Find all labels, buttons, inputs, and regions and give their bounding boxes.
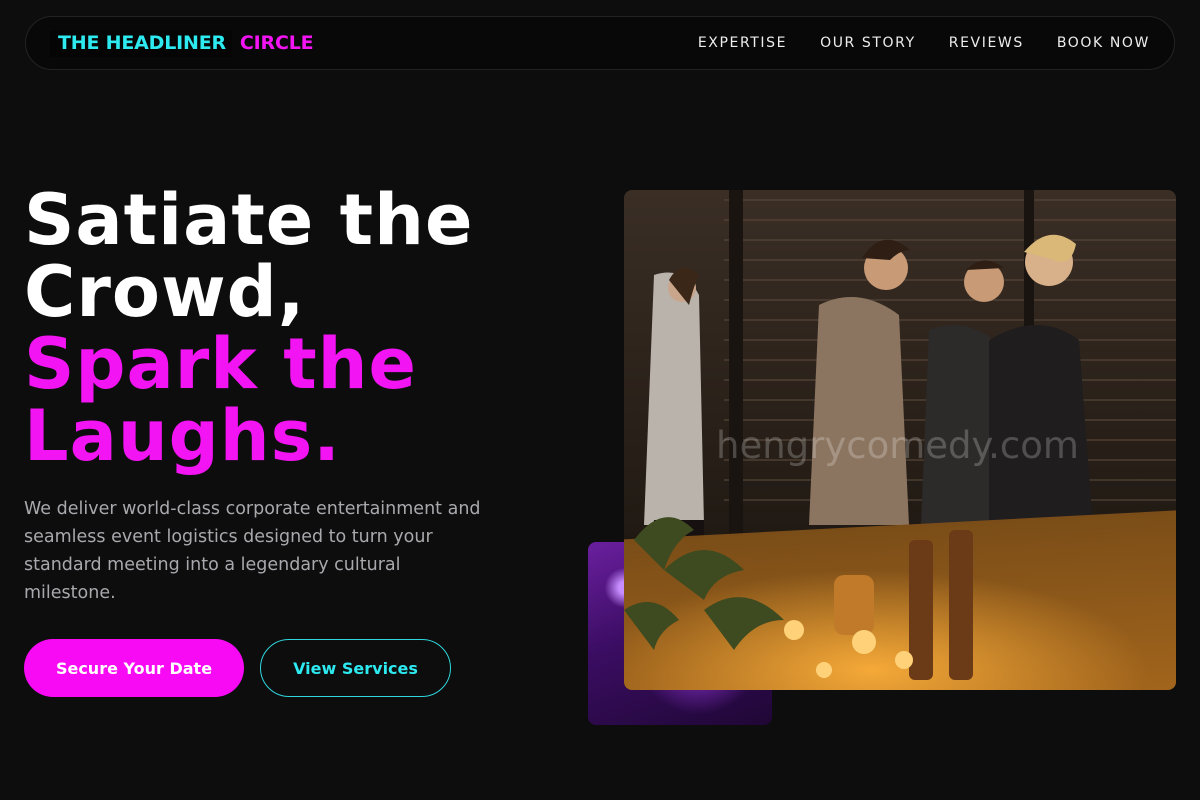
headline-line-4: Laughs. [24, 395, 341, 477]
photo-watermark: hengrycomedy.com [716, 424, 1079, 467]
brand-name-part1: THE HEADLINER [50, 29, 232, 57]
hero-event-photo: hengrycomedy.com [624, 190, 1176, 690]
brand-name-part2: CIRCLE [239, 32, 314, 54]
nav-link-reviews[interactable]: REVIEWS [949, 35, 1024, 51]
top-navigation-bar: THE HEADLINER CIRCLE EXPERTISE OUR STORY… [25, 16, 1175, 70]
secure-your-date-button[interactable]: Secure Your Date [24, 639, 244, 697]
brand-logo[interactable]: THE HEADLINER CIRCLE [50, 29, 314, 57]
nav-link-expertise[interactable]: EXPERTISE [698, 35, 787, 51]
hero-headline: Satiate the Crowd, Spark the Laughs. [24, 184, 473, 472]
headline-line-1: Satiate the [24, 179, 474, 261]
hero-description: We deliver world-class corporate enterta… [24, 499, 481, 603]
headline-line-2: Crowd, [24, 251, 306, 333]
main-menu: EXPERTISE OUR STORY REVIEWS BOOK NOW [698, 35, 1150, 51]
nav-link-our-story[interactable]: OUR STORY [820, 35, 916, 51]
nav-link-book-now[interactable]: BOOK NOW [1057, 35, 1150, 51]
headline-line-3: Spark the [24, 323, 417, 405]
event-scene-illustration: hengrycomedy.com [624, 190, 1176, 690]
view-services-button[interactable]: View Services [260, 639, 451, 697]
